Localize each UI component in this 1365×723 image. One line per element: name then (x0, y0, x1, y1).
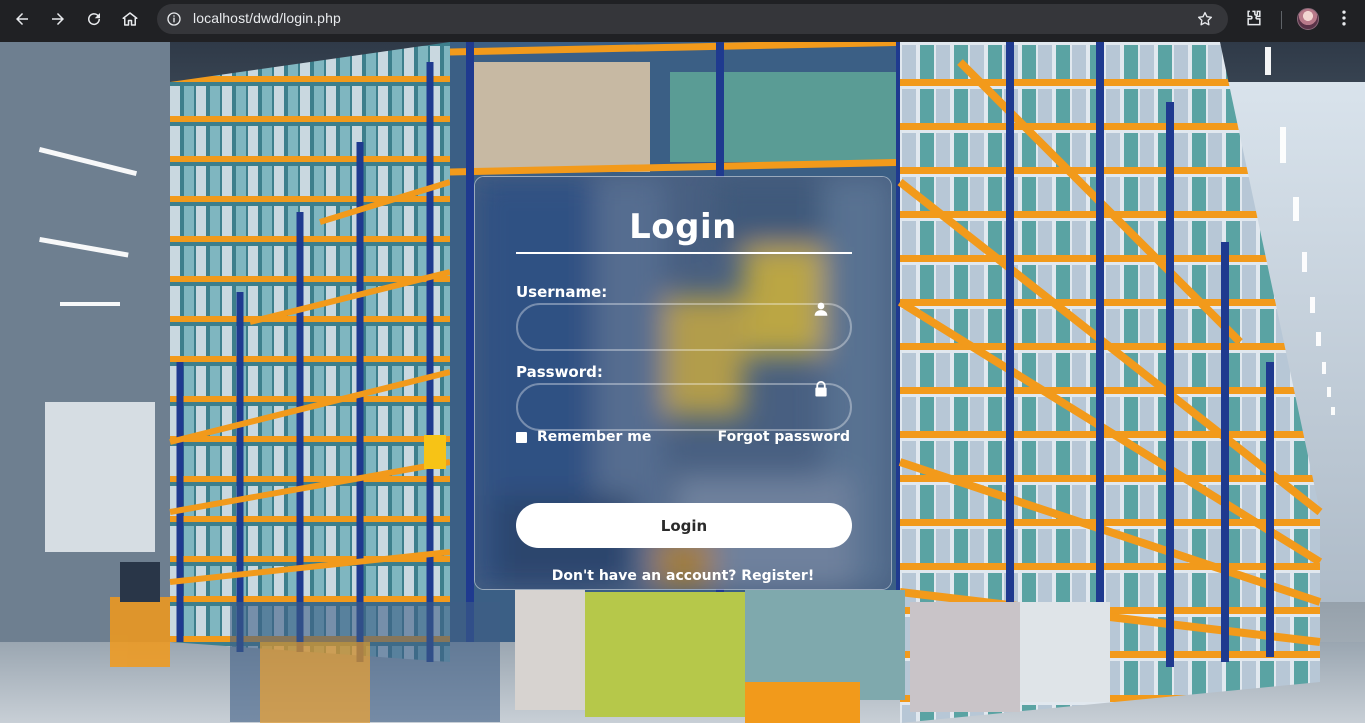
password-input[interactable] (516, 383, 852, 431)
lock-icon (815, 380, 827, 397)
back-arrow-icon[interactable] (10, 7, 34, 31)
toolbar-separator (1281, 11, 1282, 29)
kebab-menu-icon[interactable] (1334, 8, 1354, 28)
browser-toolbar: localhost/dwd/login.php (0, 0, 1365, 42)
login-button[interactable]: Login (516, 503, 852, 548)
home-icon[interactable] (118, 7, 142, 31)
username-input[interactable] (516, 303, 852, 351)
login-card: Login Username: Password: Remember me Fo… (474, 176, 892, 590)
reload-icon[interactable] (82, 7, 106, 31)
remember-me-row[interactable]: Remember me (516, 429, 651, 445)
login-title: Login (629, 207, 737, 247)
url-text[interactable]: localhost/dwd/login.php (193, 10, 341, 26)
login-page: Login Username: Password: Remember me Fo… (0, 42, 1365, 723)
site-info-icon[interactable] (166, 11, 182, 27)
forward-arrow-icon[interactable] (46, 7, 70, 31)
profile-avatar[interactable] (1297, 8, 1319, 30)
bookmark-star-icon[interactable] (1196, 10, 1214, 28)
password-label: Password: (516, 363, 603, 381)
remember-me-checkbox[interactable] (516, 431, 527, 443)
extensions-icon[interactable] (1244, 8, 1264, 28)
remember-me-label[interactable]: Remember me (537, 429, 651, 445)
address-bar[interactable]: localhost/dwd/login.php (157, 4, 1228, 34)
register-link[interactable]: Don't have an account? Register! (475, 568, 891, 584)
forgot-password-link[interactable]: Forgot password (718, 429, 850, 445)
user-icon (814, 302, 828, 316)
username-label: Username: (516, 283, 608, 301)
title-underline (516, 252, 852, 254)
